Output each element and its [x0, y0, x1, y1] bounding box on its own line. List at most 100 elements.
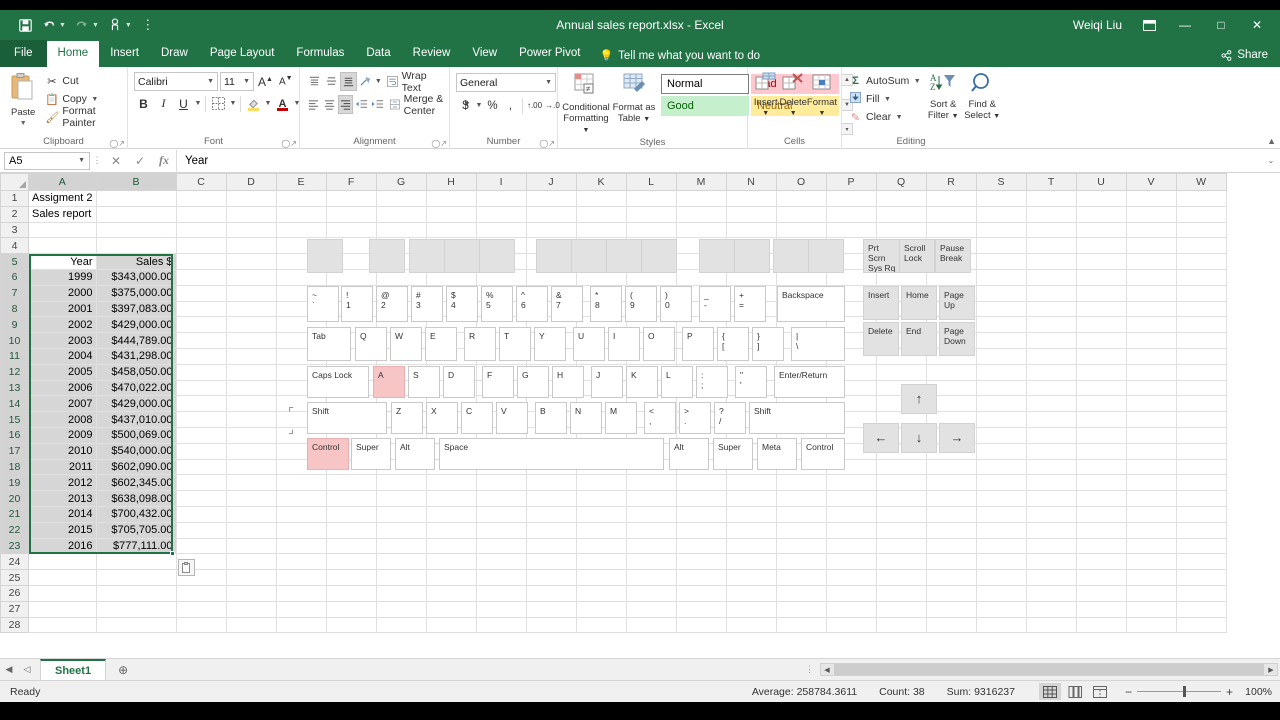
grid-cell-w2[interactable]	[1176, 206, 1227, 223]
grid-cell-m17[interactable]	[676, 443, 727, 460]
align-right-button[interactable]	[337, 95, 354, 114]
row-header-5[interactable]: 5	[0, 253, 29, 270]
grid-cell-b17[interactable]: $540,000.00	[96, 443, 177, 460]
grid-cell-c8[interactable]	[176, 301, 227, 318]
grid-cell-j12[interactable]	[526, 364, 577, 381]
first-sheet-button[interactable]: ◀	[0, 664, 18, 675]
grid-cell-e13[interactable]	[276, 380, 327, 397]
column-header-p[interactable]: P	[825, 173, 877, 191]
grid-cell-i24[interactable]	[476, 553, 527, 571]
grid-cell-l13[interactable]	[626, 380, 677, 397]
borders-button[interactable]	[209, 94, 228, 113]
grid-cell-g6[interactable]	[376, 269, 427, 286]
grid-cell-q25[interactable]	[876, 569, 927, 586]
grid-cell-k22[interactable]	[576, 522, 627, 539]
grid-cell-t8[interactable]	[1026, 301, 1077, 318]
grid-cell-s15[interactable]	[976, 411, 1027, 428]
conditional-formatting-button[interactable]: ≠ Conditional Formatting ▼	[562, 71, 610, 136]
grid-cell-g12[interactable]	[376, 364, 427, 381]
grid-cell-u9[interactable]	[1076, 316, 1127, 334]
grid-cell-q6[interactable]	[876, 269, 927, 286]
grid-cell-o24[interactable]	[776, 553, 827, 571]
grid-cell-d10[interactable]	[226, 332, 277, 349]
font-dialog-launcher[interactable]: ◯↗	[281, 139, 297, 148]
column-header-e[interactable]: E	[275, 173, 327, 191]
grid-cell-e27[interactable]	[276, 601, 327, 618]
grid-cell-r16[interactable]	[926, 427, 977, 444]
grid-cell-d8[interactable]	[226, 301, 277, 318]
grid-cell-s26[interactable]	[976, 585, 1027, 602]
undo-dropdown-caret[interactable]: ▼	[59, 22, 66, 29]
grid-cell-c13[interactable]	[176, 380, 227, 397]
fill-handle[interactable]	[170, 551, 175, 557]
grid-cell-o22[interactable]	[776, 522, 827, 539]
grid-cell-v11[interactable]	[1126, 348, 1177, 365]
grid-cell-h26[interactable]	[426, 585, 477, 602]
grid-cell-n28[interactable]	[726, 617, 777, 634]
grid-cell-r5[interactable]	[926, 253, 977, 270]
grid-cell-f15[interactable]	[326, 411, 377, 428]
grid-cell-c15[interactable]	[176, 411, 227, 428]
grid-cell-m9[interactable]	[676, 316, 727, 334]
tab-home[interactable]: Home	[46, 41, 100, 67]
grid-cell-f13[interactable]	[326, 380, 377, 397]
grid-cell-l4[interactable]	[626, 237, 677, 255]
style-normal[interactable]: Normal	[661, 74, 749, 94]
grid-cell-p7[interactable]	[826, 285, 877, 302]
grid-cell-v9[interactable]	[1126, 316, 1177, 334]
row-header-6[interactable]: 6	[0, 268, 29, 286]
grid-cell-f9[interactable]	[326, 316, 377, 334]
grid-cell-n5[interactable]	[726, 253, 777, 270]
grid-cell-c2[interactable]	[176, 206, 227, 223]
grid-cell-d28[interactable]	[226, 617, 277, 634]
grid-cell-d9[interactable]	[226, 316, 277, 334]
tab-insert[interactable]: Insert	[99, 41, 150, 67]
grid-cell-v25[interactable]	[1126, 569, 1177, 586]
grid-cell-s9[interactable]	[976, 316, 1027, 334]
sheet-scroll-grip[interactable]: ⋮	[799, 664, 820, 675]
grid-cell-j7[interactable]	[526, 285, 577, 302]
grid-cell-c26[interactable]	[176, 585, 227, 602]
grid-cell-m20[interactable]	[676, 490, 727, 507]
grid-cell-s19[interactable]	[976, 474, 1027, 492]
grid-cell-w11[interactable]	[1176, 348, 1227, 365]
grid-cell-c27[interactable]	[176, 601, 227, 618]
grid-cell-f1[interactable]	[326, 190, 377, 207]
grid-cell-s2[interactable]	[976, 206, 1027, 223]
grid-cell-p17[interactable]	[826, 443, 877, 460]
grid-cell-v10[interactable]	[1126, 332, 1177, 349]
grid-cell-l15[interactable]	[626, 411, 677, 428]
grid-cell-i16[interactable]	[476, 427, 527, 444]
grid-cell-k24[interactable]	[576, 553, 627, 571]
grid-cell-b16[interactable]: $500,069.00	[96, 427, 177, 444]
grid-cell-m13[interactable]	[676, 380, 727, 397]
grid-cell-w6[interactable]	[1176, 269, 1227, 286]
grid-cell-p5[interactable]	[826, 253, 877, 270]
grid-cell-v6[interactable]	[1126, 269, 1177, 286]
grid-cell-k15[interactable]	[576, 411, 627, 428]
grid-cell-u23[interactable]	[1076, 538, 1127, 555]
grid-cell-c18[interactable]	[176, 459, 227, 476]
grid-cell-n9[interactable]	[726, 316, 777, 334]
cut-button[interactable]: ✂ Cut	[42, 72, 123, 90]
grid-cell-m12[interactable]	[676, 364, 727, 381]
grid-cell-s23[interactable]	[976, 538, 1027, 555]
grid-cell-k2[interactable]	[576, 206, 627, 223]
customize-qat-icon[interactable]: ⋮	[137, 14, 159, 36]
grid-cell-r25[interactable]	[926, 569, 977, 586]
grid-cell-s1[interactable]	[976, 190, 1027, 207]
grid-cell-t15[interactable]	[1026, 411, 1077, 428]
row-header-12[interactable]: 12	[0, 363, 29, 381]
grid-cell-u4[interactable]	[1076, 237, 1127, 255]
grid-cell-a12[interactable]: 2005	[28, 364, 97, 381]
column-header-v[interactable]: V	[1125, 173, 1177, 191]
grid-cell-i5[interactable]	[476, 253, 527, 270]
grid-cell-i7[interactable]	[476, 285, 527, 302]
grid-cell-i22[interactable]	[476, 522, 527, 539]
grid-cell-m10[interactable]	[676, 332, 727, 349]
grid-cell-u25[interactable]	[1076, 569, 1127, 586]
grid-cell-s22[interactable]	[976, 522, 1027, 539]
clipboard-dialog-launcher[interactable]: ◯↗	[109, 139, 125, 148]
grid-cell-v4[interactable]	[1126, 237, 1177, 255]
grid-cell-j4[interactable]	[526, 237, 577, 255]
